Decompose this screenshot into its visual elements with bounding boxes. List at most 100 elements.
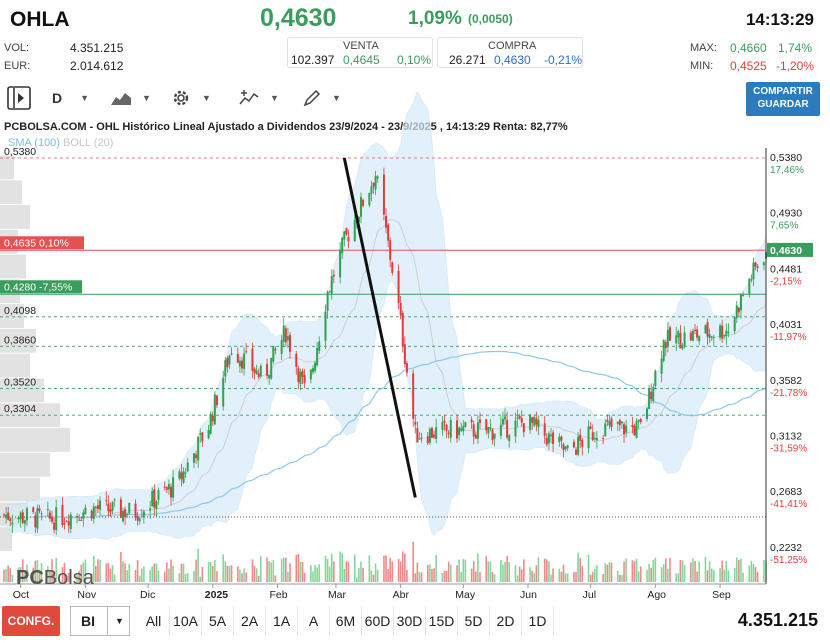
volume-bar — [268, 561, 270, 582]
level-label: 0,4280 -7,55% — [4, 281, 72, 293]
volume-bar — [696, 571, 698, 582]
candle-body — [742, 294, 745, 296]
candle-body — [652, 387, 655, 401]
range-button-a[interactable]: A — [298, 606, 330, 636]
volume-bar — [531, 570, 533, 582]
volume-bar — [710, 568, 713, 582]
volume-bar — [360, 561, 362, 582]
candle-body — [549, 434, 552, 437]
candle-body — [516, 417, 519, 419]
range-button-2a[interactable]: 2A — [234, 606, 266, 636]
volume-bar — [493, 574, 496, 582]
volume-bar — [193, 571, 195, 582]
volume-bar — [635, 558, 638, 582]
candle-body — [192, 453, 195, 463]
candle-body — [353, 220, 356, 242]
volume-bar — [314, 565, 316, 582]
candle-body — [51, 517, 54, 522]
volume-bar — [343, 568, 346, 582]
volume-bar — [637, 571, 640, 582]
volume-bar — [491, 572, 494, 582]
volume-bar — [5, 568, 7, 582]
volume-bar — [157, 570, 160, 582]
volume-bar — [506, 555, 508, 582]
candle-body — [689, 332, 692, 341]
candle-body — [341, 237, 344, 254]
candle-body — [694, 329, 697, 331]
volume-bar — [178, 573, 181, 582]
range-button-2d[interactable]: 2D — [490, 606, 522, 636]
volume-bar — [514, 565, 517, 582]
right-tick-value: 0,4481 — [770, 263, 802, 275]
range-button-5a[interactable]: 5A — [202, 606, 234, 636]
candle-body — [591, 432, 594, 441]
volume-bar — [239, 569, 241, 582]
candle-body — [268, 374, 271, 379]
volume-bar — [606, 564, 609, 582]
candle-body — [11, 522, 14, 525]
x-tick-label: May — [455, 589, 476, 601]
candle-body — [712, 336, 715, 339]
range-button-15d[interactable]: 15D — [426, 606, 458, 636]
right-tick-value: 0,5380 — [770, 152, 802, 164]
range-button-30d[interactable]: 30D — [394, 606, 426, 636]
range-button-1a[interactable]: 1A — [266, 606, 298, 636]
candle-body — [579, 434, 582, 441]
candle-body — [472, 424, 475, 437]
volume-bar — [274, 575, 277, 582]
volume-bar — [675, 573, 678, 582]
candle-body — [462, 426, 465, 432]
scale-select[interactable]: BI ▼ — [70, 606, 130, 636]
range-button-5d[interactable]: 5D — [458, 606, 490, 636]
candle-body — [470, 419, 473, 423]
volume-bar — [449, 564, 452, 582]
candle-body — [610, 418, 613, 428]
candle-body — [458, 427, 461, 436]
candle-body — [238, 360, 241, 367]
candle-body — [735, 305, 738, 319]
x-tick-label: Feb — [269, 589, 287, 601]
volume-bar — [690, 562, 692, 582]
bollinger-bands — [3, 91, 767, 540]
volume-bar — [389, 557, 392, 582]
volume-bar — [589, 574, 592, 582]
candle-body — [704, 325, 707, 334]
range-button-10a[interactable]: 10A — [170, 606, 202, 636]
candle-body — [441, 422, 444, 430]
candle-body — [343, 231, 346, 240]
candle-body — [99, 500, 102, 510]
volume-bar — [650, 567, 652, 582]
volume-bar — [414, 573, 417, 582]
volume-bar — [610, 562, 613, 582]
volume-bar — [330, 553, 333, 582]
range-button-1d[interactable]: 1D — [522, 606, 554, 636]
volume-bar — [704, 556, 707, 582]
volume-bar — [412, 542, 414, 582]
volume-bar — [529, 567, 531, 582]
candle-body — [691, 330, 694, 341]
volume-bar — [186, 573, 189, 582]
config-button[interactable]: CONFG. — [2, 606, 60, 636]
candle-body — [96, 505, 99, 510]
candle-body — [199, 433, 202, 435]
range-button-60d[interactable]: 60D — [362, 606, 394, 636]
volume-bar — [677, 573, 680, 582]
candle-body — [447, 432, 450, 435]
price-chart[interactable]: 0,5380 0,4635 0,10% 0,4280 -7,55% 0,4098 0,3… — [0, 0, 830, 604]
candle-body — [412, 373, 415, 419]
candle-body — [9, 518, 12, 522]
watermark-bolsa: Bolsa — [44, 567, 95, 589]
candle-body — [618, 420, 621, 426]
volume-bar — [418, 572, 421, 582]
candle-body — [359, 196, 362, 217]
candle-body — [149, 508, 152, 511]
volume-bar — [516, 575, 519, 582]
volume-bar — [182, 563, 185, 582]
volume-bar — [429, 564, 431, 582]
range-button-all[interactable]: All — [138, 606, 170, 636]
candle-body — [228, 355, 231, 365]
volume-bar — [153, 563, 156, 582]
volume-bar — [708, 560, 711, 582]
volume-bar — [752, 564, 755, 582]
range-button-6m[interactable]: 6M — [330, 606, 362, 636]
